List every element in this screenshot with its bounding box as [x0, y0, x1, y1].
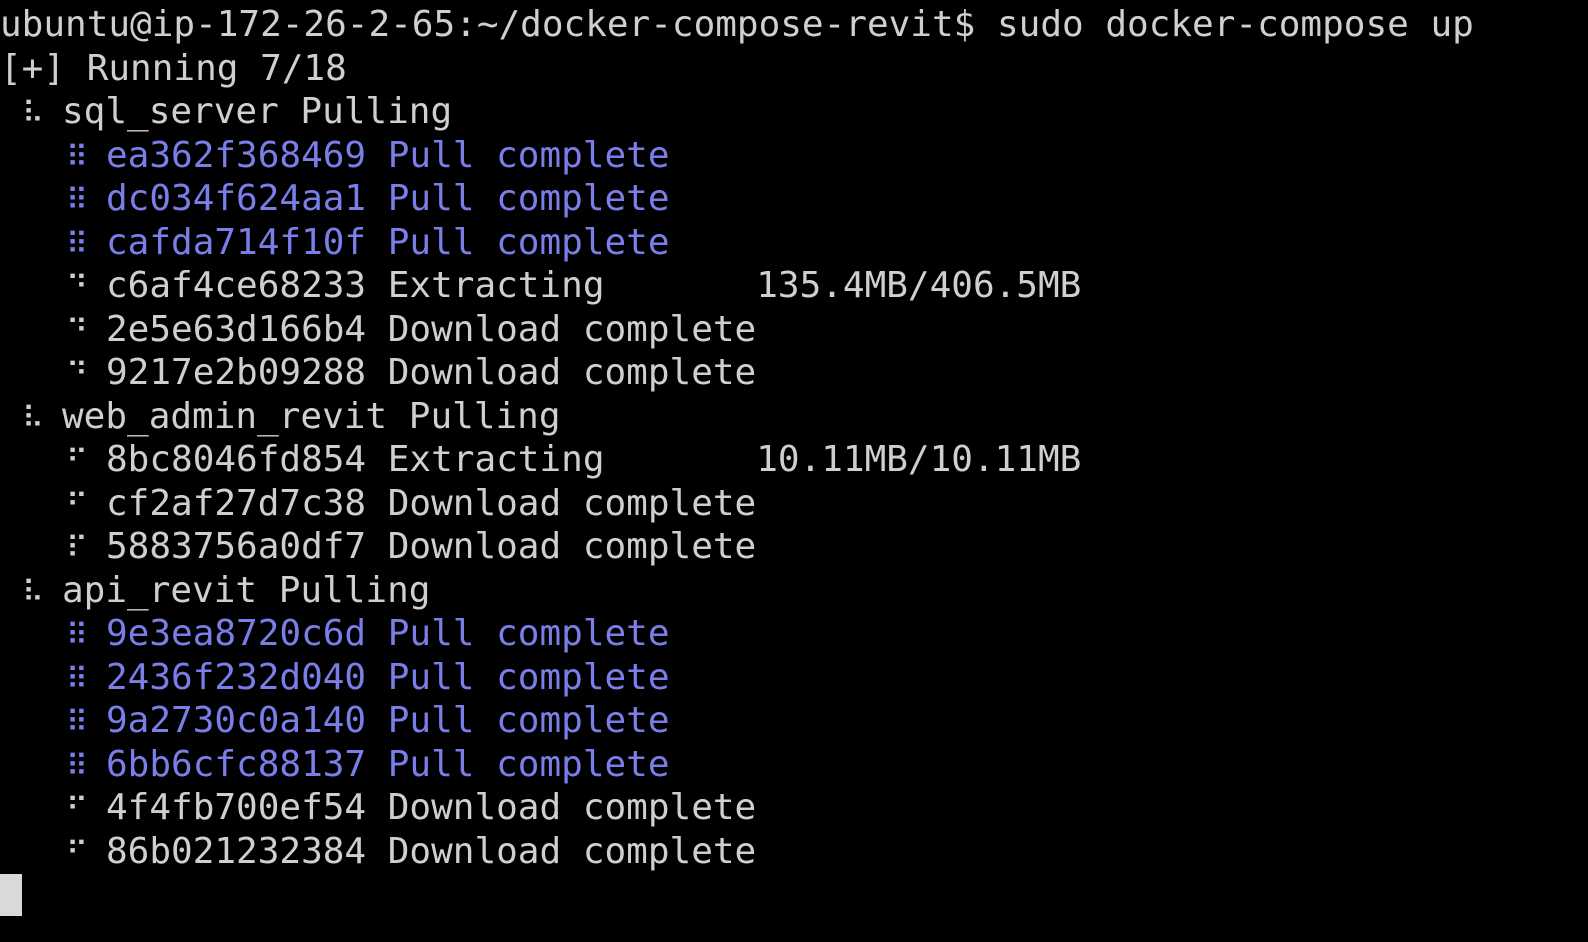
layer-line: ⠿ dc034f624aa1 Pull complete	[66, 177, 670, 221]
layer-line: ⠿ 9a2730c0a140 Pull complete	[66, 699, 670, 743]
spinner-icon: ⠏	[66, 531, 88, 566]
layer-line: ⠿ cafda714f10f Pull complete	[66, 221, 670, 265]
layer-status: 6bb6cfc88137 Pull complete	[106, 743, 670, 785]
layer-status: 8bc8046fd854 Extracting 10.11MB/10.11MB	[106, 439, 1082, 480]
layer-status: 9217e2b09288 Download complete	[106, 352, 757, 393]
layer-line: ⠙ 9217e2b09288 Download complete	[66, 351, 756, 395]
layer-line: ⠋ 4f4fb700ef54 Download complete	[66, 786, 756, 830]
spinner-icon: ⠋	[66, 835, 88, 871]
layer-line: ⠿ 9e3ea8720c6d Pull complete	[66, 612, 670, 656]
service-name: web_admin_revit Pulling	[62, 395, 561, 437]
layer-line: ⠙ c6af4ce68233 Extracting 135.4MB/406.5MB	[66, 264, 1081, 308]
layer-line: ⠙ 2e5e63d166b4 Download complete	[66, 308, 756, 352]
layer-status: ea362f368469 Pull complete	[106, 134, 670, 176]
spinner-icon: ⠋	[66, 792, 88, 827]
spinner-icon: ⠋	[66, 444, 88, 479]
service-name: api_revit Pulling	[62, 569, 431, 611]
layer-status: dc034f624aa1 Pull complete	[106, 178, 670, 219]
service-line: ⠧ sql_server Pulling	[22, 90, 452, 134]
layer-line: ⠿ 6bb6cfc88137 Pull complete	[66, 743, 670, 787]
layer-status: 4f4fb700ef54 Download complete	[106, 787, 757, 828]
spinner-icon: ⠿	[66, 183, 88, 218]
spinner-icon: ⠿	[66, 226, 88, 262]
spinner-icon: ⠿	[66, 139, 88, 175]
layer-status: 2e5e63d166b4 Download complete	[106, 308, 757, 350]
spinner-icon: ⠿	[66, 748, 88, 784]
spinner-icon: ⠧	[22, 96, 44, 131]
layer-line: ⠿ 2436f232d040 Pull complete	[66, 656, 670, 700]
terminal-window[interactable]: ubuntu@ip-172-26-2-65:~/docker-compose-r…	[0, 0, 1588, 942]
layer-status: cf2af27d7c38 Download complete	[106, 482, 757, 524]
layer-line: ⠏ 5883756a0df7 Download complete	[66, 525, 756, 569]
layer-status: 86b021232384 Download complete	[106, 830, 757, 872]
spinner-icon: ⠿	[66, 618, 88, 653]
service-line: ⠧ web_admin_revit Pulling	[22, 395, 561, 439]
shell-prompt-line: ubuntu@ip-172-26-2-65:~/docker-compose-r…	[0, 4, 1474, 45]
compose-status-line: [+] Running 7/18	[0, 48, 347, 89]
spinner-icon: ⠧	[22, 574, 44, 610]
terminal-cursor	[0, 874, 22, 916]
layer-line: ⠋ cf2af27d7c38 Download complete	[66, 482, 756, 526]
layer-status: 5883756a0df7 Download complete	[106, 526, 757, 567]
spinner-icon: ⠿	[66, 705, 88, 740]
layer-status: 9a2730c0a140 Pull complete	[106, 700, 670, 741]
layer-line: ⠋ 86b021232384 Download complete	[66, 830, 756, 874]
service-line: ⠧ api_revit Pulling	[22, 569, 430, 613]
layer-line: ⠿ ea362f368469 Pull complete	[66, 134, 670, 178]
spinner-icon: ⠙	[66, 270, 88, 305]
spinner-icon: ⠧	[22, 400, 44, 436]
layer-status: 9e3ea8720c6d Pull complete	[106, 613, 670, 654]
layer-status: cafda714f10f Pull complete	[106, 221, 670, 263]
service-name: sql_server Pulling	[62, 91, 453, 132]
spinner-icon: ⠙	[66, 357, 88, 392]
spinner-icon: ⠿	[66, 661, 88, 697]
layer-status: c6af4ce68233 Extracting 135.4MB/406.5MB	[106, 265, 1082, 306]
layer-line: ⠋ 8bc8046fd854 Extracting 10.11MB/10.11MB	[66, 438, 1081, 482]
spinner-icon: ⠋	[66, 487, 88, 523]
spinner-icon: ⠙	[66, 313, 88, 349]
layer-status: 2436f232d040 Pull complete	[106, 656, 670, 698]
